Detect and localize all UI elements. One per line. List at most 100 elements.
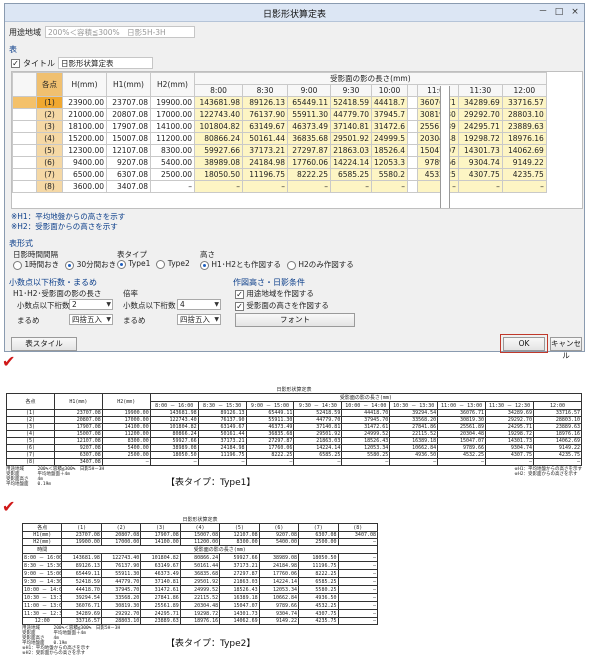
h1-cell[interactable]: 6307.08 <box>106 168 151 181</box>
preview2-cell: 11:30 － 12:30 <box>21 609 63 618</box>
grid-row[interactable]: (1) 23900.00 23707.08 19900.00 143681.98 8912… <box>12 96 547 109</box>
close-button[interactable]: × <box>568 6 582 18</box>
preview1-cell: 33568.20 <box>389 416 439 424</box>
length-digits-select[interactable]: 2 ▼ <box>69 299 113 310</box>
ok-button[interactable]: OK <box>503 337 545 351</box>
shadow-length-cell: 19298.72 <box>457 132 503 145</box>
h2-cell[interactable]: 17000.00 <box>150 108 195 121</box>
shadow-length-cell: 14224.14 <box>330 156 372 169</box>
row-selector[interactable] <box>12 96 37 109</box>
h-cell[interactable]: 23900.00 <box>62 96 107 109</box>
ratio-digits-select[interactable]: 4 ▼ <box>177 299 221 310</box>
preview2-cell: 37945.70 <box>100 585 142 594</box>
grid-row[interactable]: (3) 18100.00 17907.08 14100.00 101804.82 6314… <box>12 120 547 133</box>
draw-section-label: 作図高さ・日影条件 <box>233 278 305 287</box>
preview2-cell: 5580.25 <box>298 585 339 594</box>
preview2-cell: 24295.71 <box>140 609 181 618</box>
maximize-button[interactable]: □ <box>552 6 566 18</box>
h1-cell[interactable]: 15007.08 <box>106 132 151 145</box>
preview1-group-header: 受影面の影の長さ(mm) <box>149 393 583 402</box>
height-both-option[interactable]: H1･H2とも作図する <box>200 259 281 270</box>
grid-row[interactable]: (4) 15200.00 15007.08 11200.00 80866.24 50161… <box>12 132 547 145</box>
preview2-cell: 4532.25 <box>298 601 339 610</box>
shadow-length-cell: 11196.75 <box>242 168 288 181</box>
break-cell <box>407 132 419 145</box>
length-round-select[interactable]: 四捨五入 ▼ <box>69 314 113 325</box>
row-selector[interactable] <box>12 180 37 193</box>
preview1-time-header: 9:00 － 15:00 <box>245 401 295 410</box>
window-title: 日影形状算定表 <box>262 10 326 20</box>
h2-cell[interactable]: 5400.00 <box>150 156 195 169</box>
h1-cell[interactable]: 17907.08 <box>106 120 151 133</box>
row-selector[interactable] <box>12 120 37 133</box>
row-selector[interactable] <box>12 144 37 157</box>
h2-cell[interactable]: 2500.00 <box>150 168 195 181</box>
type1-option[interactable]: Type1 <box>117 259 150 269</box>
h2-cell[interactable]: – <box>150 180 195 193</box>
row-selector[interactable] <box>12 132 37 145</box>
preview2-footer-line: ※H2：受影面からの高さを示す <box>22 651 86 656</box>
preview1-h1-header: H1(mm) <box>53 393 103 410</box>
h-cell[interactable]: 3600.00 <box>62 180 107 193</box>
shadow-length-cell: 9304.74 <box>457 156 503 169</box>
h-cell[interactable]: 18100.00 <box>62 120 107 133</box>
h1-cell[interactable]: 9207.08 <box>106 156 151 169</box>
grid-row[interactable]: (5) 12300.00 12107.08 8300.00 59927.66 37173.… <box>12 144 547 157</box>
preview2-cell: 8222.25 <box>298 569 339 578</box>
preview2-points-cell: (6) <box>258 523 300 532</box>
row-selector[interactable] <box>12 156 37 169</box>
shadow-length-cell: 59927.66 <box>194 144 243 157</box>
grid-row[interactable]: (7) 6500.00 6307.08 2500.00 18050.50 11196.75… <box>12 168 547 181</box>
h-cell[interactable]: 9400.00 <box>62 156 107 169</box>
length-digits-label: 小数点以下桁数 <box>17 301 70 310</box>
font-button[interactable]: フォント <box>235 313 355 327</box>
h-cell[interactable]: 6500.00 <box>62 168 107 181</box>
chevron-down-icon: ▼ <box>214 301 219 308</box>
shadow-length-cell: 76137.90 <box>242 108 288 121</box>
row-selector[interactable] <box>12 108 37 121</box>
note-h2: ※H2：受影面からの高さを示す <box>11 222 118 231</box>
h2-cell[interactable]: 14100.00 <box>150 120 195 133</box>
h1-cell[interactable]: 12107.08 <box>106 144 151 157</box>
h2-cell[interactable]: 11200.00 <box>150 132 195 145</box>
time-header: 10:00 <box>370 84 409 97</box>
grid-row[interactable]: (8) 3600.00 3407.08– – – – – – – – – <box>12 180 547 193</box>
type2-option[interactable]: Type2 <box>156 259 190 269</box>
time-header: 11:00 <box>417 84 459 97</box>
interval-30m-label: 30分間おき <box>76 260 117 269</box>
h-cell[interactable]: 12300.00 <box>62 144 107 157</box>
preview2-cell: – <box>337 577 378 586</box>
h1-cell[interactable]: 23707.08 <box>106 96 151 109</box>
ratio-round-select[interactable]: 四捨五入 ▼ <box>177 314 221 325</box>
chevron-down-icon: ▼ <box>214 316 219 323</box>
h-cell[interactable]: 15200.00 <box>62 132 107 145</box>
interval-30m-option[interactable]: 30分間おき <box>65 259 116 270</box>
grid-row[interactable]: (6) 9400.00 9207.08 5400.00 38989.08 24184.98… <box>12 156 547 169</box>
draw-height-option[interactable]: ✓ 受影面の高さを作図する <box>235 300 329 311</box>
title-checkbox[interactable]: ✓ <box>11 58 20 68</box>
break-cell <box>407 168 419 181</box>
h2-cell[interactable]: 8300.00 <box>150 144 195 157</box>
minimize-button[interactable]: － <box>536 6 550 18</box>
cancel-button[interactable]: キャンセル <box>550 337 582 360</box>
preview2-cell: 12:00 <box>21 617 63 625</box>
h2-cell[interactable]: 19900.00 <box>150 96 195 109</box>
table-style-button[interactable]: 表スタイル <box>11 337 77 351</box>
preview2-cell: 9149.22 <box>258 617 300 625</box>
preview1-row: (8) 3407.08– – – – – – – – – – <box>6 458 583 466</box>
preview1-cell: (3) <box>6 423 55 431</box>
grid-row[interactable]: (2) 21000.00 20807.08 17000.00 122743.40 7613… <box>12 108 547 121</box>
preview1-cell: 65449.11 <box>245 409 295 417</box>
height-h2-option[interactable]: H2のみ作図する <box>286 259 354 270</box>
preview1-cell: 80866.24 <box>149 430 199 438</box>
preview2-cell: – <box>337 569 378 578</box>
interval-1h-option[interactable]: 1時間おき <box>13 259 59 270</box>
h-cell[interactable]: 21000.00 <box>62 108 107 121</box>
row-selector[interactable] <box>12 168 37 181</box>
title-input[interactable]: 日影形状算定表 <box>58 57 153 69</box>
h1-cell[interactable]: 3407.08 <box>106 180 151 193</box>
shadow-length-cell: 44418.7 <box>370 96 409 109</box>
draw-use-area-option[interactable]: ✓ 用途地域を作図する <box>235 288 314 299</box>
point-header: 各点 <box>36 72 63 97</box>
h1-cell[interactable]: 20807.08 <box>106 108 151 121</box>
